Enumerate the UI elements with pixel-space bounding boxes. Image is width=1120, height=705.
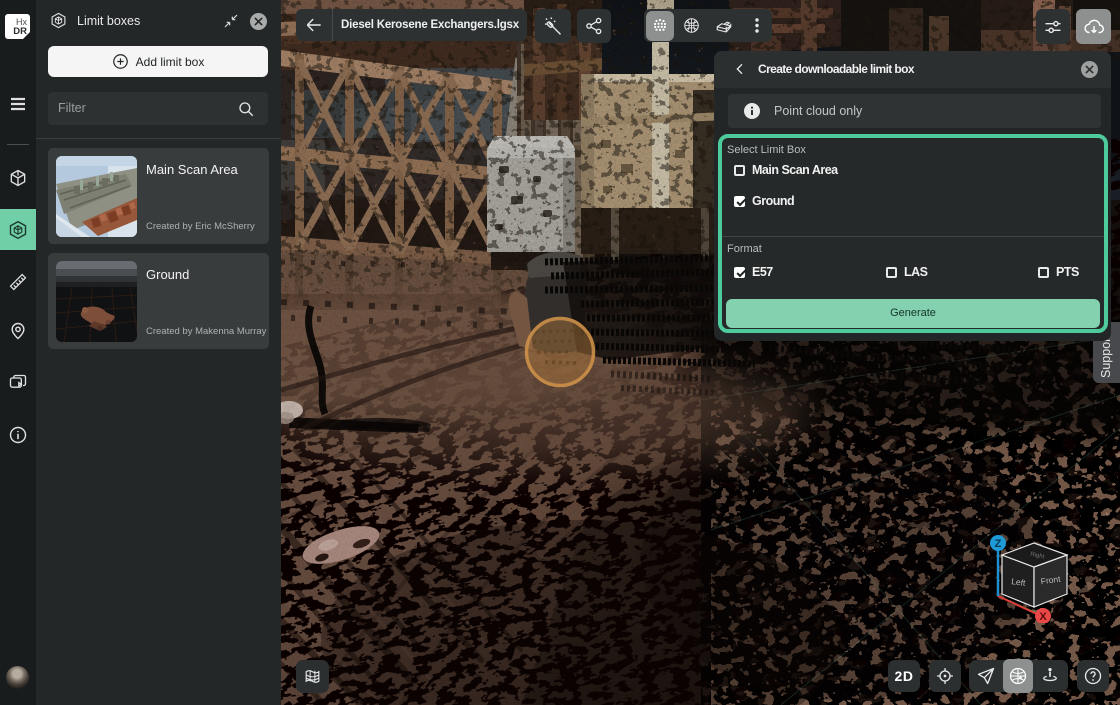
svg-text:Left: Left <box>1011 576 1027 588</box>
svg-text:Z: Z <box>995 538 1002 550</box>
svg-text:X: X <box>1039 611 1047 623</box>
